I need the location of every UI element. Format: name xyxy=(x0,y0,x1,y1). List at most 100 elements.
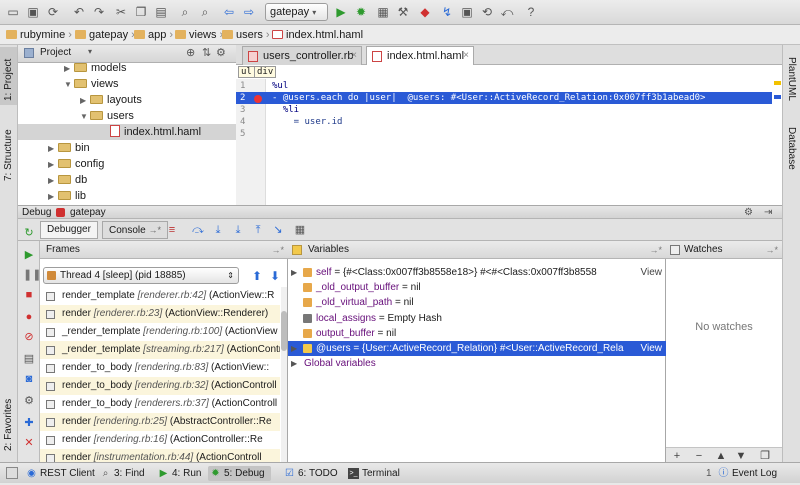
tree-item-layouts[interactable]: ▶ layouts xyxy=(80,92,142,108)
frame-row[interactable]: render_to_body [renderers.rb:37] (Action… xyxy=(40,395,280,413)
tree-item-models[interactable]: ▶ models xyxy=(64,63,126,76)
project-tool-button[interactable]: 1: Project xyxy=(0,47,17,105)
breadcrumb-users[interactable]: users › xyxy=(222,27,270,43)
find-icon[interactable]: ⌕ xyxy=(178,5,192,19)
help-icon[interactable]: ? xyxy=(524,5,538,19)
step-into-icon[interactable]: ⤓ xyxy=(212,224,224,236)
add-watch-icon[interactable]: + xyxy=(670,450,684,462)
collapse-arrow-icon[interactable]: ▼ xyxy=(64,77,74,93)
remove-watch-icon[interactable]: − xyxy=(692,450,706,462)
paste-icon[interactable]: ▤ xyxy=(154,5,168,19)
breadcrumb-gatepay[interactable]: gatepay › xyxy=(75,27,135,43)
debug-button[interactable]: ✹ 5: Debug xyxy=(208,466,271,481)
frame-row[interactable]: render [renderer.rb:23] (ActionView::Ren… xyxy=(40,305,280,323)
git-pull-icon[interactable]: ↯ xyxy=(440,5,454,19)
collapse-icon[interactable]: ⇅ xyxy=(202,46,211,59)
redo-icon[interactable]: ↷ xyxy=(92,5,106,19)
resume-icon[interactable]: ▶ xyxy=(23,249,35,261)
rerun-icon[interactable]: ↻ xyxy=(23,227,35,239)
pause-icon[interactable]: ❚❚ xyxy=(23,269,41,281)
history-icon[interactable]: ⟲ xyxy=(480,5,494,19)
settings-icon[interactable]: ⚙ xyxy=(23,395,35,407)
expand-arrow-icon[interactable]: ▶ xyxy=(291,341,297,356)
view-link[interactable]: View xyxy=(639,265,663,280)
hide-panel-icon[interactable]: ⇥ xyxy=(764,206,772,219)
frame-row[interactable]: render_to_body [rendering.rb:32] (Action… xyxy=(40,377,280,395)
todo-button[interactable]: ☑ 6: TODO xyxy=(282,466,338,481)
code-editor[interactable]: ul div 1 2 3 4 5 %ul - @users.each do |u… xyxy=(236,65,782,205)
copy-icon[interactable]: ❐ xyxy=(134,5,148,19)
expand-arrow-icon[interactable]: ▶ xyxy=(48,189,58,205)
frame-row[interactable]: _render_template [rendering.rb:100] (Act… xyxy=(40,323,280,341)
rest-client-button[interactable]: ◉ REST Client xyxy=(24,466,95,481)
restore-layout-icon[interactable]: ▤ xyxy=(23,353,35,365)
variable-row[interactable]: _old_virtual_path = nil xyxy=(288,295,666,310)
tab-debugger[interactable]: Debugger xyxy=(40,221,98,239)
find-button[interactable]: ⌕ 3: Find xyxy=(98,466,145,481)
frame-row[interactable]: render [rendering.rb:16] (ActionControll… xyxy=(40,431,280,449)
expand-arrow-icon[interactable]: ▶ xyxy=(80,93,90,109)
frame-row[interactable]: _render_template [streaming.rb:217] (Act… xyxy=(40,341,280,359)
tab-index-haml[interactable]: index.html.haml × xyxy=(366,46,474,65)
close-icon[interactable]: × xyxy=(463,47,469,65)
variable-row[interactable]: _old_output_buffer = nil xyxy=(288,280,666,295)
mute-breakpoints-icon[interactable]: ⊘ xyxy=(23,331,35,343)
variable-row[interactable]: output_buffer = nil xyxy=(288,326,666,341)
undo-icon[interactable]: ↶ xyxy=(72,5,86,19)
frames-scrollbar[interactable] xyxy=(281,287,287,462)
variable-row[interactable]: local_assigns = Empty Hash xyxy=(288,311,666,326)
camera-icon[interactable]: ◙ xyxy=(23,373,35,385)
gear-icon[interactable]: ⚙ xyxy=(744,206,753,219)
expand-arrow-icon[interactable]: ▶ xyxy=(64,63,74,77)
back-icon[interactable]: ⇦ xyxy=(222,5,236,19)
plantuml-tool-button[interactable]: PlantUML xyxy=(783,49,800,101)
structure-tool-button[interactable]: 7: Structure xyxy=(0,117,17,187)
frame-row[interactable]: render_to_body [rendering.rb:83] (Action… xyxy=(40,359,280,377)
tree-item-users[interactable]: ▼ users xyxy=(80,108,134,124)
tag-breadcrumb-ul[interactable]: ul xyxy=(238,66,255,78)
next-frame-icon[interactable]: ⬇ xyxy=(270,269,280,283)
pin-icon[interactable]: ✚ xyxy=(23,417,35,429)
breadcrumb-app[interactable]: app › xyxy=(134,27,173,43)
ruby-icon[interactable]: ◆ xyxy=(418,5,432,19)
build-icon[interactable]: ▦ xyxy=(376,5,390,19)
terminal-button[interactable]: >_ Terminal xyxy=(346,466,400,481)
expand-arrow-icon[interactable]: ▶ xyxy=(291,265,297,280)
run-icon[interactable]: ▶ xyxy=(334,5,348,19)
breakpoint-icon[interactable] xyxy=(254,95,262,103)
rollback-icon[interactable]: ⤺ xyxy=(500,5,514,19)
frame-row[interactable]: render [rendering.rb:25] (AbstractContro… xyxy=(40,413,280,431)
previous-frame-icon[interactable]: ⬆ xyxy=(252,269,262,283)
expand-arrow-icon[interactable]: ▶ xyxy=(48,173,58,189)
frame-row[interactable]: render_template [renderer.rb:42] (Action… xyxy=(40,287,280,305)
tree-item-views[interactable]: ▼ views xyxy=(64,76,119,92)
run-config-select[interactable]: gatepay ▾ xyxy=(265,3,328,21)
tree-item-db[interactable]: ▶ db xyxy=(48,172,87,188)
variable-row[interactable]: ▶ @users = {User::ActiveRecord_Relation} … xyxy=(288,341,666,356)
cut-icon[interactable]: ✂ xyxy=(114,5,128,19)
settings-icon[interactable]: ⚒ xyxy=(396,5,410,19)
stop-icon[interactable]: ■ xyxy=(23,289,35,301)
favorites-tool-button[interactable]: 2: Favorites xyxy=(0,385,17,457)
tree-item-config[interactable]: ▶ config xyxy=(48,156,104,172)
scrollbar-warning-mark[interactable] xyxy=(774,81,781,85)
forward-icon[interactable]: ⇨ xyxy=(242,5,256,19)
chevron-down-icon[interactable]: ▾ xyxy=(88,47,92,56)
layout-toggle-icon[interactable] xyxy=(6,467,18,479)
event-log-button[interactable]: ⓘ Event Log xyxy=(716,466,778,481)
open-folder-icon[interactable]: ▭ xyxy=(6,5,20,19)
show-execution-point-icon[interactable]: ≡ xyxy=(166,224,178,236)
expand-arrow-icon[interactable]: ▶ xyxy=(48,157,58,173)
vcs-icon[interactable]: ▣ xyxy=(460,5,474,19)
move-up-icon[interactable]: ▲ xyxy=(714,450,728,462)
force-step-into-icon[interactable]: ⤓ xyxy=(232,224,244,236)
evaluate-expression-icon[interactable]: ▦ xyxy=(294,224,306,236)
tag-breadcrumb-div[interactable]: div xyxy=(254,66,277,78)
step-out-icon[interactable]: ⤒ xyxy=(252,224,264,236)
copy-icon[interactable]: ❐ xyxy=(758,450,772,462)
move-down-icon[interactable]: ▼ xyxy=(734,450,748,462)
tab-users-controller[interactable]: users_controller.rb × xyxy=(242,46,362,65)
variable-row[interactable]: ▶ self = {#<Class:0x007ff3b8558e18>} #<#<… xyxy=(288,265,666,280)
tab-console[interactable]: Console →* xyxy=(102,221,168,239)
thread-select[interactable]: Thread 4 [sleep] (pid 18885) ⇕ xyxy=(43,267,239,284)
